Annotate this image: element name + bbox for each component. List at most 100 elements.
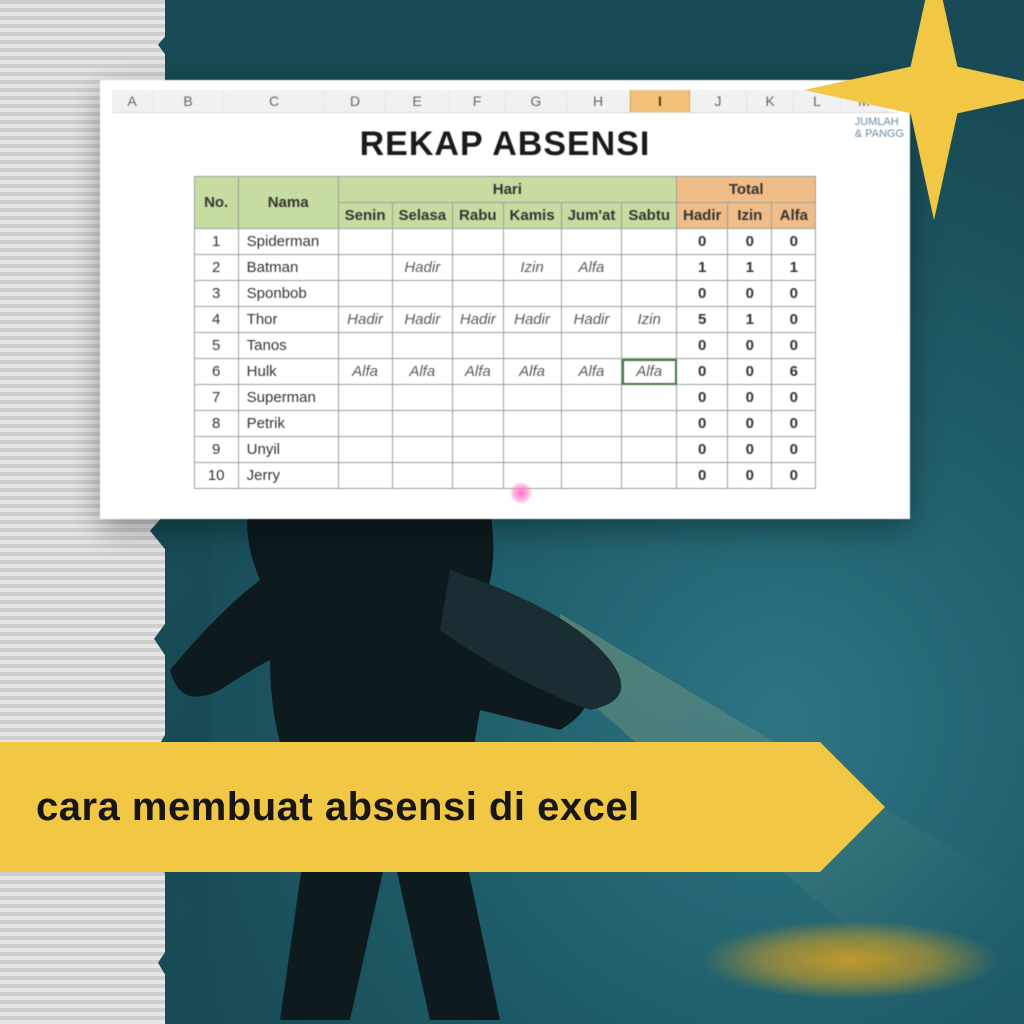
cell-name[interactable]: Superman (238, 385, 338, 411)
cell-day[interactable] (392, 437, 453, 463)
cell-total[interactable]: 0 (728, 359, 772, 385)
col-letter[interactable]: K (747, 90, 794, 112)
cell-day[interactable] (622, 385, 677, 411)
col-letter[interactable]: A (112, 90, 153, 112)
cell-total[interactable]: 0 (677, 229, 728, 255)
cell-day[interactable] (453, 333, 504, 359)
cell-day[interactable] (453, 463, 504, 489)
cell-total[interactable]: 0 (772, 229, 816, 255)
cell-name[interactable]: Jerry (238, 463, 338, 489)
cell-day[interactable] (561, 411, 622, 437)
cell-total[interactable]: 0 (728, 463, 772, 489)
col-letter[interactable]: G (506, 90, 567, 112)
cell-day[interactable] (453, 411, 504, 437)
cell-no[interactable]: 3 (194, 281, 238, 307)
cell-day[interactable] (503, 463, 561, 489)
cell-day[interactable]: Hadir (392, 255, 453, 281)
cell-total[interactable]: 0 (728, 333, 772, 359)
cell-total[interactable]: 1 (728, 307, 772, 333)
col-letter[interactable]: J (690, 90, 747, 112)
cell-day[interactable]: Hadir (338, 307, 392, 333)
col-letter[interactable]: F (449, 90, 506, 112)
col-letter[interactable]: C (224, 90, 325, 112)
cell-total[interactable]: 0 (728, 281, 772, 307)
cell-no[interactable]: 7 (194, 385, 238, 411)
cell-day[interactable] (453, 229, 504, 255)
col-letter[interactable]: I (630, 90, 690, 112)
cell-name[interactable]: Hulk (238, 359, 338, 385)
cell-no[interactable]: 2 (194, 255, 238, 281)
cell-no[interactable]: 5 (194, 333, 238, 359)
cell-day[interactable] (392, 411, 453, 437)
cell-day[interactable]: Hadir (503, 307, 561, 333)
cell-day[interactable] (338, 281, 392, 307)
cell-day[interactable] (561, 385, 622, 411)
cell-day[interactable] (622, 411, 677, 437)
cell-day[interactable]: Alfa (392, 359, 453, 385)
cell-total[interactable]: 1 (772, 255, 816, 281)
cell-day[interactable] (503, 229, 561, 255)
cell-day[interactable] (622, 437, 677, 463)
cell-day[interactable]: Alfa (503, 359, 561, 385)
col-letter[interactable]: D (325, 90, 386, 112)
cell-name[interactable]: Unyil (238, 437, 338, 463)
cell-total[interactable]: 0 (772, 463, 816, 489)
cell-total[interactable]: 0 (677, 463, 728, 489)
cell-day[interactable] (622, 463, 677, 489)
cell-total[interactable]: 1 (728, 255, 772, 281)
cell-day[interactable] (338, 437, 392, 463)
cell-total[interactable]: 6 (772, 359, 816, 385)
cell-name[interactable]: Spiderman (238, 229, 338, 255)
cell-day[interactable]: Alfa (338, 359, 392, 385)
cell-day[interactable]: Izin (622, 307, 677, 333)
cell-day[interactable] (503, 437, 561, 463)
cell-day[interactable] (503, 333, 561, 359)
cell-day[interactable] (561, 281, 622, 307)
cell-total[interactable]: 0 (728, 229, 772, 255)
cell-name[interactable]: Sponbob (238, 281, 338, 307)
cell-name[interactable]: Batman (238, 255, 338, 281)
cell-day[interactable] (622, 333, 677, 359)
cell-day[interactable] (453, 255, 504, 281)
cell-day[interactable] (622, 281, 677, 307)
col-letter[interactable]: B (153, 90, 224, 112)
cell-day[interactable]: Hadir (453, 307, 504, 333)
col-letter[interactable]: E (386, 90, 449, 112)
cell-day[interactable] (338, 411, 392, 437)
col-letter[interactable]: H (567, 90, 630, 112)
cell-day[interactable]: Alfa (622, 359, 677, 385)
cell-day[interactable] (622, 255, 677, 281)
cell-day[interactable]: Alfa (561, 359, 622, 385)
cell-day[interactable] (453, 437, 504, 463)
cell-total[interactable]: 0 (677, 333, 728, 359)
cell-total[interactable]: 1 (677, 255, 728, 281)
cell-day[interactable] (392, 333, 453, 359)
cell-name[interactable]: Thor (238, 307, 338, 333)
cell-total[interactable]: 0 (772, 281, 816, 307)
cell-day[interactable] (561, 463, 622, 489)
cell-day[interactable] (503, 411, 561, 437)
cell-no[interactable]: 4 (194, 307, 238, 333)
cell-total[interactable]: 0 (677, 437, 728, 463)
cell-day[interactable] (561, 437, 622, 463)
cell-total[interactable]: 5 (677, 307, 728, 333)
cell-total[interactable]: 0 (772, 385, 816, 411)
cell-no[interactable]: 6 (194, 359, 238, 385)
cell-day[interactable]: Alfa (453, 359, 504, 385)
cell-day[interactable]: Hadir (392, 307, 453, 333)
cell-day[interactable] (392, 229, 453, 255)
cell-total[interactable]: 0 (728, 437, 772, 463)
cell-day[interactable] (392, 463, 453, 489)
cell-day[interactable] (622, 229, 677, 255)
cell-day[interactable] (338, 229, 392, 255)
cell-total[interactable]: 0 (772, 307, 816, 333)
cell-total[interactable]: 0 (677, 281, 728, 307)
cell-total[interactable]: 0 (677, 359, 728, 385)
cell-day[interactable] (392, 281, 453, 307)
cell-total[interactable]: 0 (728, 385, 772, 411)
cell-no[interactable]: 8 (194, 411, 238, 437)
cell-day[interactable]: Alfa (561, 255, 622, 281)
cell-day[interactable] (338, 385, 392, 411)
cell-no[interactable]: 1 (194, 229, 238, 255)
cell-day[interactable] (561, 333, 622, 359)
